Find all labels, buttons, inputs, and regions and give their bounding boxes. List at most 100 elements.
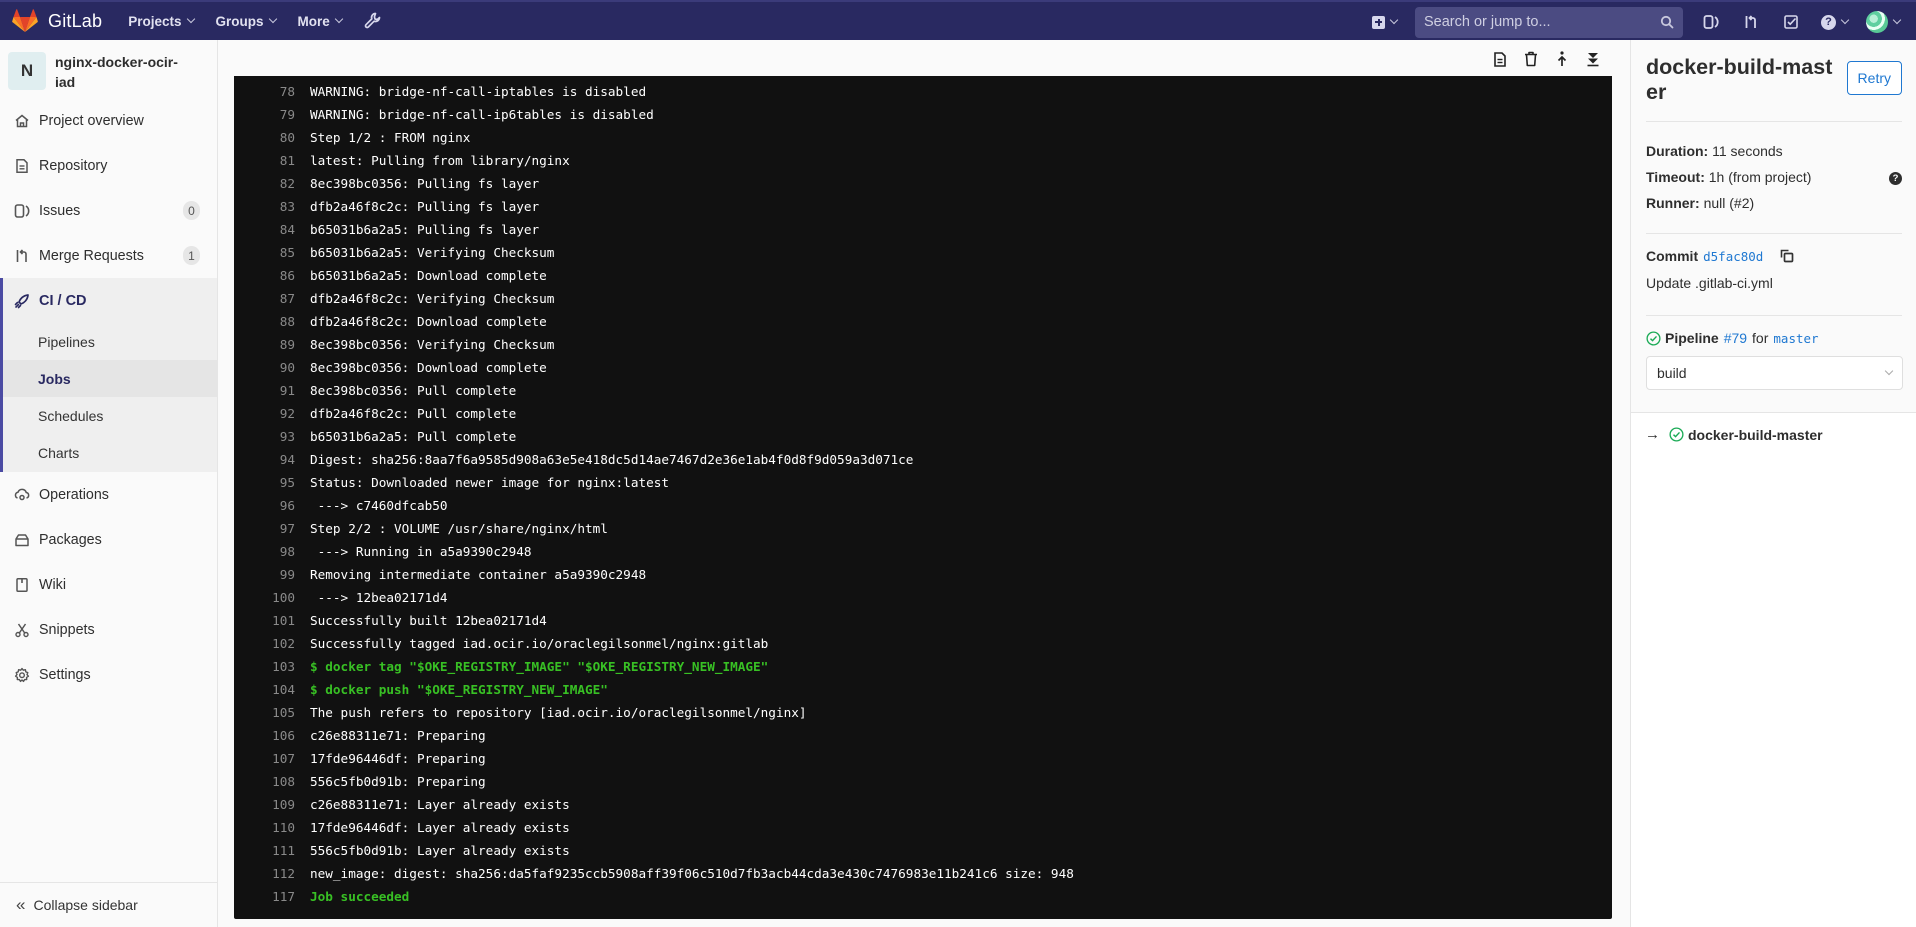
- log-line-number[interactable]: 79: [234, 107, 310, 122]
- sidebar-item-wiki[interactable]: Wiki: [0, 562, 217, 607]
- chevron-down-icon: [334, 14, 344, 24]
- log-line-number[interactable]: 101: [234, 613, 310, 628]
- log-line-number[interactable]: 93: [234, 429, 310, 444]
- sidebar-item-merge-requests[interactable]: Merge Requests 1: [0, 233, 217, 278]
- log-line: 105 The push refers to repository [iad.oc…: [234, 701, 1612, 724]
- chevron-down-icon: [1884, 366, 1894, 376]
- pipeline-ref-link[interactable]: master: [1773, 331, 1818, 346]
- log-line-number[interactable]: 84: [234, 222, 310, 237]
- sidebar-item-settings[interactable]: Settings: [0, 652, 217, 697]
- log-line-number[interactable]: 90: [234, 360, 310, 375]
- log-line-number[interactable]: 107: [234, 751, 310, 766]
- log-line: 93 b65031b6a2a5: Pull complete: [234, 425, 1612, 448]
- rocket-icon: [14, 293, 30, 309]
- log-line-number[interactable]: 88: [234, 314, 310, 329]
- show-raw-log-button[interactable]: [1491, 50, 1509, 68]
- todos-shortcut[interactable]: [1781, 12, 1801, 32]
- log-line-number[interactable]: 96: [234, 498, 310, 513]
- issues-shortcut[interactable]: [1701, 12, 1721, 32]
- log-line: 102 Successfully tagged iad.ocir.io/oracl…: [234, 632, 1612, 655]
- help-dropdown[interactable]: ?: [1821, 14, 1850, 30]
- log-line-number[interactable]: 80: [234, 130, 310, 145]
- timeout-help-icon[interactable]: ?: [1889, 172, 1902, 185]
- erase-log-button[interactable]: [1522, 50, 1540, 68]
- log-line-number[interactable]: 102: [234, 636, 310, 651]
- log-line-number[interactable]: 110: [234, 820, 310, 835]
- log-line-number[interactable]: 100: [234, 590, 310, 605]
- log-line-number[interactable]: 89: [234, 337, 310, 352]
- scroll-to-top-button[interactable]: [1553, 50, 1571, 68]
- copy-icon[interactable]: [1779, 248, 1795, 264]
- project-header[interactable]: N nginx-docker-ocir-iad: [0, 40, 217, 98]
- log-line-number[interactable]: 105: [234, 705, 310, 720]
- sidebar-subitem-pipelines[interactable]: Pipelines: [3, 323, 217, 360]
- sidebar-item-operations[interactable]: Operations: [0, 472, 217, 517]
- sidebar-subitem-jobs[interactable]: Jobs: [3, 360, 217, 397]
- collapse-sidebar-label: Collapse sidebar: [33, 897, 138, 913]
- merge-request-icon: [14, 248, 30, 264]
- log-line-number[interactable]: 103: [234, 659, 310, 674]
- nav-groups-dropdown[interactable]: Groups: [215, 13, 277, 29]
- sidebar-item-label: Packages: [39, 531, 102, 548]
- scroll-to-bottom-button[interactable]: [1584, 50, 1602, 68]
- commit-sha-link[interactable]: d5fac80d: [1703, 249, 1763, 264]
- user-menu-dropdown[interactable]: [1866, 11, 1902, 33]
- log-line-number[interactable]: 95: [234, 475, 310, 490]
- stage-dropdown[interactable]: build: [1646, 356, 1903, 390]
- log-line-number[interactable]: 106: [234, 728, 310, 743]
- log-line: 84 b65031b6a2a5: Pulling fs layer: [234, 218, 1612, 241]
- log-line-number[interactable]: 97: [234, 521, 310, 536]
- log-line: 91 8ec398bc0356: Pull complete: [234, 379, 1612, 402]
- sidebar-item-issues[interactable]: Issues 0: [0, 188, 217, 233]
- log-line: 99 Removing intermediate container a5a939…: [234, 563, 1612, 586]
- log-line-number[interactable]: 83: [234, 199, 310, 214]
- sidebar-item-label: Settings: [39, 666, 91, 683]
- log-line-number[interactable]: 104: [234, 682, 310, 697]
- sidebar-item-project-overview[interactable]: Project overview: [0, 98, 217, 143]
- chevron-down-icon: [186, 14, 195, 24]
- search-input[interactable]: [1424, 14, 1660, 30]
- log-line-number[interactable]: 112: [234, 866, 310, 881]
- log-line-number[interactable]: 99: [234, 567, 310, 582]
- log-line-number[interactable]: 86: [234, 268, 310, 283]
- sidebar-subitem-charts[interactable]: Charts: [3, 434, 217, 472]
- sidebar-item-ci-cd[interactable]: CI / CD: [3, 278, 217, 323]
- log-line-number[interactable]: 98: [234, 544, 310, 559]
- merge-requests-shortcut[interactable]: [1741, 12, 1761, 32]
- log-line-text: 8ec398bc0356: Pulling fs layer: [310, 176, 540, 191]
- scissors-icon: [14, 622, 30, 638]
- sidebar-subitem-schedules[interactable]: Schedules: [3, 397, 217, 434]
- sidebar-item-packages[interactable]: Packages: [0, 517, 217, 562]
- log-line-number[interactable]: 94: [234, 452, 310, 467]
- sidebar-item-snippets[interactable]: Snippets: [0, 607, 217, 652]
- log-line-number[interactable]: 91: [234, 383, 310, 398]
- nav-projects-dropdown[interactable]: Projects: [128, 14, 195, 29]
- gitlab-home-link[interactable]: GitLab: [12, 1, 102, 41]
- sidebar-item-repository[interactable]: Repository: [0, 143, 217, 188]
- job-list-item[interactable]: → docker-build-master: [1631, 413, 1916, 456]
- search-icon[interactable]: [1660, 15, 1674, 29]
- log-line-number[interactable]: 85: [234, 245, 310, 260]
- log-line-number[interactable]: 92: [234, 406, 310, 421]
- log-line: 111 556c5fb0d91b: Layer already exists: [234, 839, 1612, 862]
- log-line-number[interactable]: 109: [234, 797, 310, 812]
- log-line-number[interactable]: 108: [234, 774, 310, 789]
- nav-groups-label: Groups: [215, 13, 264, 29]
- collapse-sidebar-button[interactable]: « Collapse sidebar: [0, 882, 217, 927]
- retry-button[interactable]: Retry: [1846, 61, 1902, 95]
- nav-more-dropdown[interactable]: More: [298, 14, 344, 29]
- log-line-number[interactable]: 111: [234, 843, 310, 858]
- log-line-text: dfb2a46f8c2c: Pull complete: [310, 406, 517, 421]
- log-line-number[interactable]: 81: [234, 153, 310, 168]
- pipeline-for-text: for: [1752, 330, 1769, 346]
- log-line-number[interactable]: 78: [234, 84, 310, 99]
- job-list-item-name: docker-build-master: [1688, 426, 1823, 443]
- log-line-number[interactable]: 82: [234, 176, 310, 191]
- log-line-number[interactable]: 87: [234, 291, 310, 306]
- log-line-number[interactable]: 117: [234, 889, 310, 904]
- wrench-icon[interactable]: [364, 12, 382, 30]
- new-item-dropdown[interactable]: [1372, 15, 1399, 29]
- runner-value: null (#2): [1703, 195, 1755, 211]
- pipeline-id-link[interactable]: #79: [1724, 330, 1747, 346]
- log-line: 106 c26e88311e71: Preparing: [234, 724, 1612, 747]
